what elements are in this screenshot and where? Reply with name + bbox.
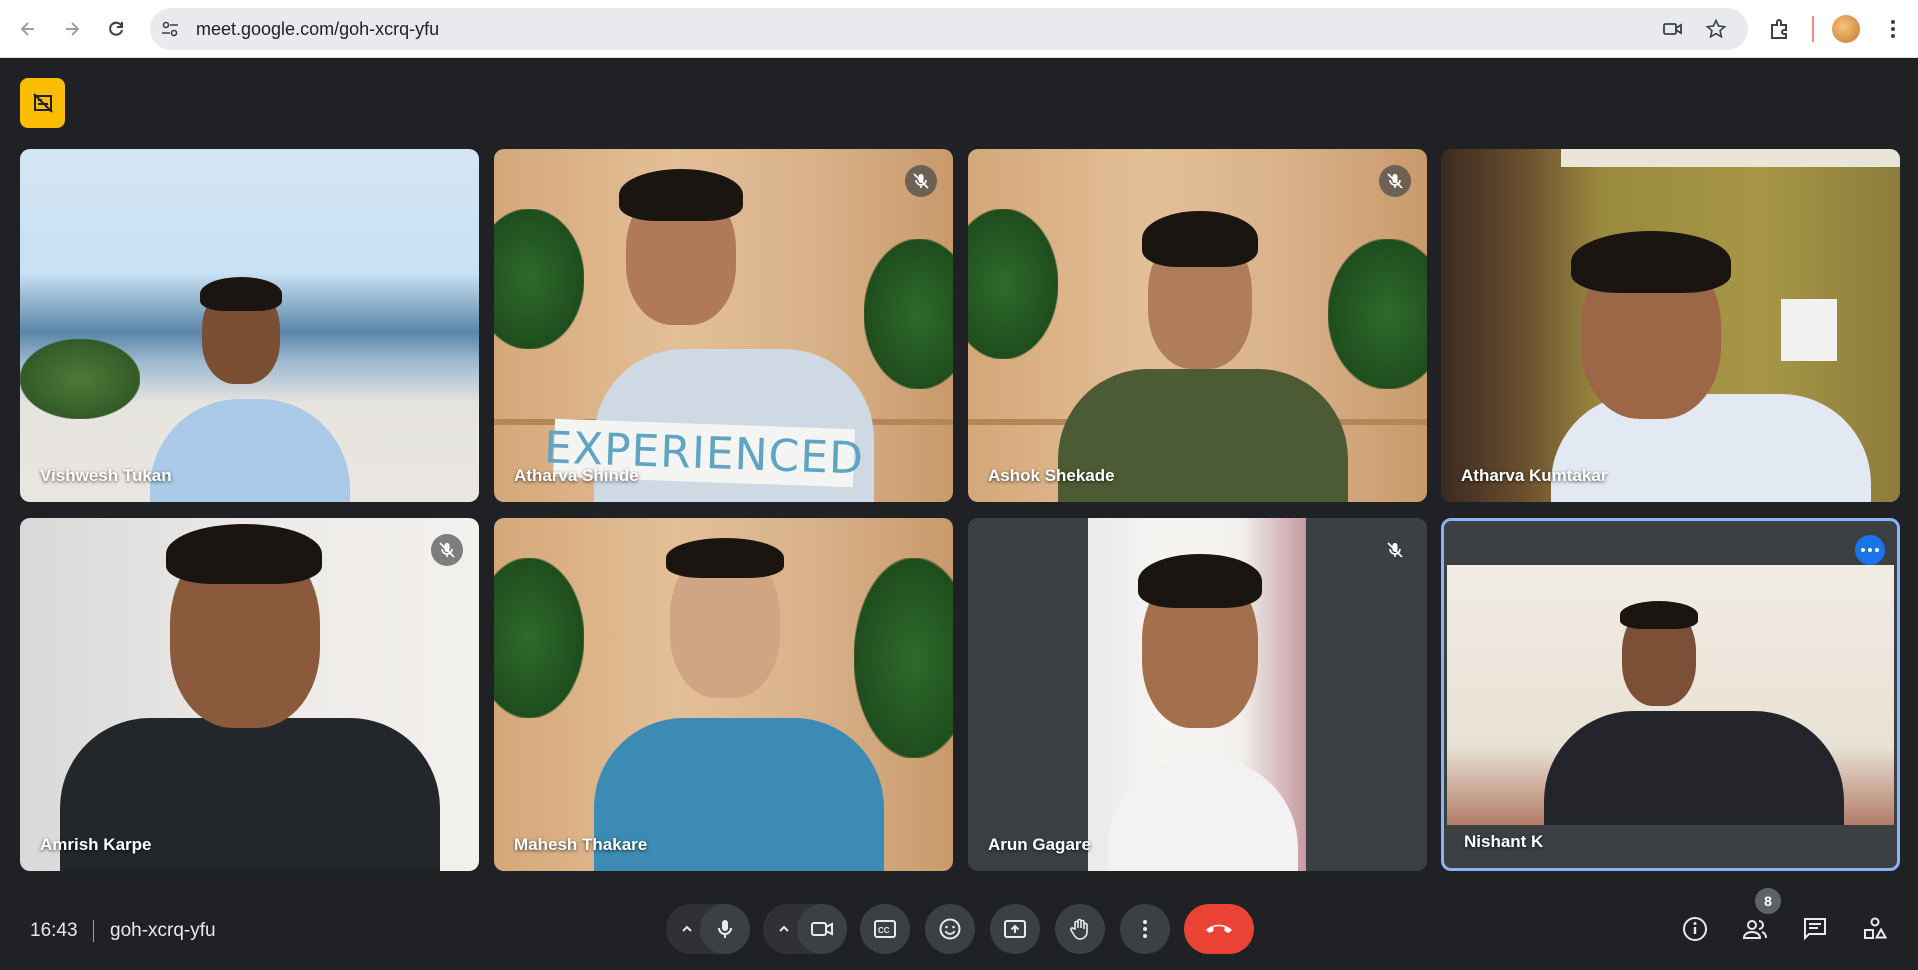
meeting-details-button[interactable] <box>1674 908 1716 950</box>
plant-decor <box>494 209 584 349</box>
mic-off-icon <box>1387 542 1403 558</box>
videocam-icon <box>811 922 833 936</box>
kebab-menu-icon[interactable] <box>1880 16 1906 42</box>
muted-indicator <box>1379 165 1411 197</box>
leave-call-button[interactable] <box>1184 904 1254 954</box>
back-button[interactable] <box>12 13 44 45</box>
mic-off-icon <box>439 542 455 558</box>
participant-tile[interactable]: Arun Gagare <box>968 518 1427 871</box>
person-hair <box>1138 554 1262 608</box>
raise-hand-button[interactable] <box>1055 904 1105 954</box>
arrow-left-icon <box>20 22 34 36</box>
participant-name: Atharva Kumtakar <box>1461 466 1608 485</box>
person-hair <box>1571 231 1731 293</box>
participant-tile[interactable]: Vishwesh Tukan <box>20 149 479 502</box>
reload-icon <box>109 21 123 36</box>
activities-shapes-icon <box>1864 917 1888 939</box>
camera-control-group <box>763 904 847 954</box>
plant-decor <box>864 239 953 389</box>
people-icon <box>1742 920 1767 939</box>
present-to-all-icon <box>1004 920 1026 938</box>
mic-off-icon <box>913 173 929 189</box>
clock-separator <box>93 920 94 942</box>
camera-in-use-icon[interactable] <box>1662 18 1684 40</box>
participant-tile[interactable]: EXPERIENCED Atharva Shinde <box>494 149 953 502</box>
chat-icon <box>1804 918 1826 941</box>
person-hair <box>166 524 322 584</box>
plant-decor <box>854 558 953 758</box>
participant-name: Ashok Shekade <box>988 466 1115 485</box>
toolbar-separator <box>1812 16 1814 42</box>
svg-text:CC: CC <box>878 926 890 935</box>
people-button[interactable] <box>1734 908 1776 950</box>
browser-toolbar: meet.google.com/goh-xcrq-yfu <box>0 0 1918 58</box>
person-hair <box>1620 601 1698 629</box>
person-hair <box>200 277 282 311</box>
muted-indicator <box>1379 534 1411 566</box>
muted-indicator <box>431 534 463 566</box>
site-settings-icon[interactable] <box>160 19 180 39</box>
chevron-up-icon <box>779 925 789 932</box>
audio-settings-button[interactable] <box>674 916 700 942</box>
chevron-up-icon <box>682 925 692 932</box>
participant-tile[interactable]: Mahesh Thakare <box>494 518 953 871</box>
captions-button[interactable]: CC <box>860 904 910 954</box>
video-settings-button[interactable] <box>771 916 797 942</box>
participant-name: Atharva Shinde <box>514 466 639 485</box>
profile-avatar[interactable] <box>1832 15 1860 43</box>
mic-icon <box>718 920 732 938</box>
closed-captions-icon: CC <box>874 920 896 938</box>
arrow-right-icon <box>66 22 80 36</box>
person-hair <box>666 538 784 578</box>
chat-button[interactable] <box>1794 908 1836 950</box>
person-body <box>150 399 350 502</box>
reactions-button[interactable] <box>925 904 975 954</box>
meeting-controls-bar: 16:43 goh-xcrq-yfu CC 8 <box>0 888 1918 970</box>
microphone-control-group <box>666 904 750 954</box>
participant-tile-active-speaker[interactable]: Nishant K <box>1441 518 1900 871</box>
address-bar[interactable]: meet.google.com/goh-xcrq-yfu <box>150 8 1748 50</box>
participant-tile[interactable]: Amrish Karpe <box>20 518 479 871</box>
no-video-effects-icon <box>32 93 53 113</box>
plant-decor <box>20 339 140 419</box>
reload-button[interactable] <box>100 13 132 45</box>
present-screen-button[interactable] <box>990 904 1040 954</box>
participant-tile[interactable]: Ashok Shekade <box>968 149 1427 502</box>
more-vert-icon <box>1143 920 1147 938</box>
ceiling <box>1561 149 1900 167</box>
participant-name: Vishwesh Tukan <box>40 466 172 485</box>
info-icon <box>1683 917 1707 941</box>
more-options-button[interactable] <box>1855 535 1885 565</box>
bookmark-star-icon[interactable] <box>1705 18 1727 40</box>
plant-decor <box>1328 239 1427 389</box>
activities-button[interactable] <box>1854 908 1896 950</box>
person-hair <box>619 169 743 221</box>
wall-sign <box>1781 299 1837 361</box>
participant-name: Amrish Karpe <box>40 835 152 854</box>
more-options-button[interactable] <box>1120 904 1170 954</box>
plant-decor <box>494 558 584 718</box>
hand-icon <box>1070 918 1088 940</box>
visual-effects-off-button[interactable] <box>20 78 65 128</box>
extensions-icon[interactable] <box>1767 16 1793 42</box>
participant-name: Nishant K <box>1464 832 1544 851</box>
microphone-toggle-button[interactable] <box>700 904 750 954</box>
meeting-code: goh-xcrq-yfu <box>110 920 216 941</box>
plant-decor <box>968 209 1058 359</box>
person-body <box>1544 711 1844 825</box>
participant-name: Mahesh Thakare <box>514 835 648 854</box>
person-hair <box>1142 211 1258 267</box>
forward-button[interactable] <box>56 13 88 45</box>
call-end-icon <box>1206 924 1232 933</box>
mic-off-icon <box>1387 173 1403 189</box>
meet-stage: Vishwesh Tukan EXPERIENCED Atharva Shind… <box>0 58 1918 970</box>
participant-name: Arun Gagare <box>988 835 1091 854</box>
muted-indicator <box>905 165 937 197</box>
url-text: meet.google.com/goh-xcrq-yfu <box>196 19 440 39</box>
camera-toggle-button[interactable] <box>797 904 847 954</box>
participant-tile[interactable]: Atharva Kumtakar <box>1441 149 1900 502</box>
meeting-clock: 16:43 <box>30 920 78 941</box>
emoji-icon <box>939 918 961 940</box>
